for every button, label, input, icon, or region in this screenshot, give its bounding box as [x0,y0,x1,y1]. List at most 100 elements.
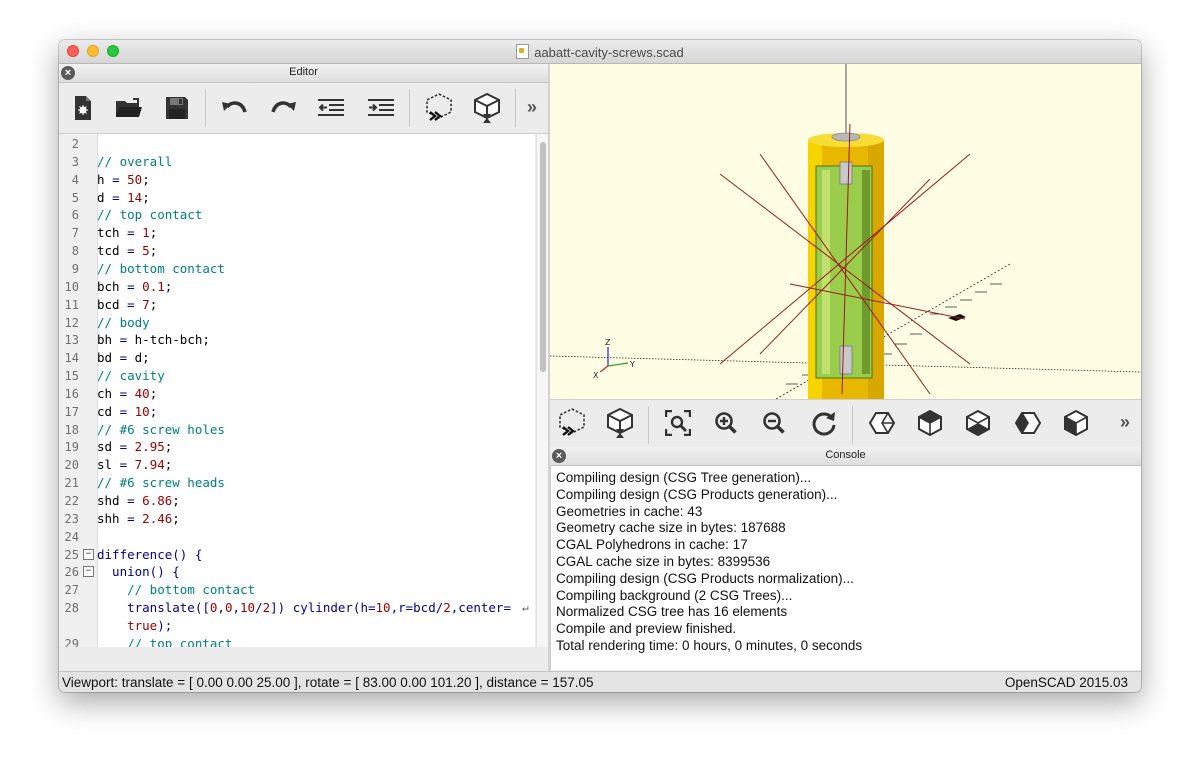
code-token: bch [97,278,128,294]
code-line[interactable]: 18 // #6 screw holes [59,421,535,439]
code-token: 2 [262,600,271,616]
code-text: h = 50; [97,171,150,189]
code-token: shh [97,510,128,526]
code-token: 2 [443,600,451,616]
gizmo-x [599,365,609,373]
3d-viewport[interactable]: Z Y X [550,64,1141,399]
code-line[interactable]: 26− union() { [59,563,535,581]
code-line[interactable]: 29 // top contact [59,635,535,647]
preview-button[interactable] [421,91,457,125]
view-front-button[interactable] [1058,406,1094,440]
code-token: / [255,600,263,616]
code-line[interactable]: 15 // cavity [59,367,535,385]
code-line[interactable]: 4 h = 50; [59,171,535,189]
code-line[interactable]: 16 ch = 40; [59,385,535,403]
view-bottom-button[interactable] [960,406,996,440]
console-output[interactable]: Compiling design (CSG Tree generation)..… [550,466,1141,670]
code-token: tcd [97,243,128,259]
code-token: // body [97,314,150,330]
version-label: OpenSCAD 2015.03 [1004,675,1128,690]
code-text: // bottom contact [97,260,225,278]
code-line[interactable]: 20 sl = 7.94; [59,456,535,474]
code-line[interactable]: 25− difference() { [59,546,535,564]
view-all-button[interactable] [660,406,696,440]
code-text: bd = d; [97,349,150,367]
code-line[interactable]: 14 bd = d; [59,349,535,367]
open-file-button[interactable] [111,91,147,125]
code-line[interactable]: 8 tcd = 5; [59,242,535,260]
axis-gizmo: Z Y X [593,338,635,380]
code-token: 14 [127,189,143,205]
code-token: ; [164,439,173,455]
new-file-button[interactable] [65,91,101,125]
render-button[interactable] [469,91,505,125]
code-line[interactable]: 12 // body [59,314,535,332]
code-line[interactable]: true); [59,617,535,635]
code-token: ; [149,403,158,419]
zoom-in-button[interactable] [708,406,744,440]
code-line[interactable]: 2 [59,135,535,153]
unindent-button[interactable] [313,91,349,125]
code-token: , [232,600,241,616]
save-button[interactable] [159,91,195,125]
zoom-out-button[interactable] [756,406,792,440]
code-line[interactable]: 24 [59,528,535,546]
editor-toolbar-more-icon[interactable]: » [527,97,537,118]
code-line[interactable]: 9 // bottom contact [59,260,535,278]
view-left-button[interactable] [1010,406,1046,440]
view-front-icon [1064,410,1088,436]
code-text: true); [97,617,172,635]
code-line[interactable]: 6 // top contact [59,206,535,224]
fold-toggle-icon[interactable]: − [83,566,94,578]
line-number: 12 [64,315,79,330]
code-text: cd = 10; [97,403,157,421]
viewport-preview-button[interactable] [554,406,590,440]
save-icon [166,97,188,119]
line-number: 24 [64,529,79,544]
view-right-button[interactable] [864,406,900,440]
code-line[interactable]: 3 // overall [59,153,535,171]
code-token: ; [164,278,173,294]
code-token: h [97,171,113,187]
code-line[interactable]: 10 bch = 0.1; [59,278,535,296]
code-editor[interactable]: 2 3// overall 4 h = 50; 5 d = 14; 6// top cont… [59,134,535,647]
code-token: = [127,225,143,241]
code-token: ; [149,243,158,259]
document-icon [516,44,530,59]
code-line[interactable]: 22 shd = 6.86; [59,492,535,510]
code-line[interactable]: 11 bcd = 7; [59,296,535,314]
fold-toggle-icon[interactable]: − [83,548,94,560]
code-token: 6.86 [142,493,173,508]
gizmo-z-label: Z [605,338,611,347]
code-line[interactable]: 28 translate([0,0,10/2]) cylinder(h=10,r… [59,599,535,617]
code-token: = [112,171,128,187]
code-token: ; [172,493,180,508]
code-line[interactable]: 19 sd = 2.95; [59,438,535,456]
code-token: ,r=bcd/ [390,600,444,616]
undo-icon [222,101,247,113]
view-all-icon [665,410,691,436]
indent-button[interactable] [363,91,399,125]
redo-button[interactable] [265,91,301,125]
code-text: sl = 7.94; [97,456,172,474]
editor-scroll-thumb[interactable] [540,142,546,372]
code-token: bd [97,350,120,366]
code-line[interactable]: 13 bh = h-tch-bch; [59,331,535,349]
code-text: shd = 6.86; [97,492,180,510]
zoom-in-icon [715,412,737,434]
code-line[interactable]: 7 tch = 1; [59,224,535,242]
code-line[interactable]: 17 cd = 10; [59,403,535,421]
view-top-button[interactable] [912,406,948,440]
status-bar: Viewport: translate = [ 0.00 0.00 25.00 … [59,671,1141,692]
code-line[interactable]: 21 // #6 screw heads [59,474,535,492]
viewport-toolbar-more-icon[interactable]: » [1120,412,1130,433]
viewport-render-button[interactable] [602,406,638,440]
code-line[interactable]: 27 // bottom contact [59,581,535,599]
code-token: ]) cylinder(h= [270,600,376,616]
code-line[interactable]: 23 shh = 2.46; [59,510,535,528]
code-line[interactable]: 5 d = 14; [59,189,535,207]
code-text: bch = 0.1; [97,278,172,296]
reset-view-button[interactable] [806,406,842,440]
undo-button[interactable] [217,91,253,125]
view-right-icon [869,412,895,434]
